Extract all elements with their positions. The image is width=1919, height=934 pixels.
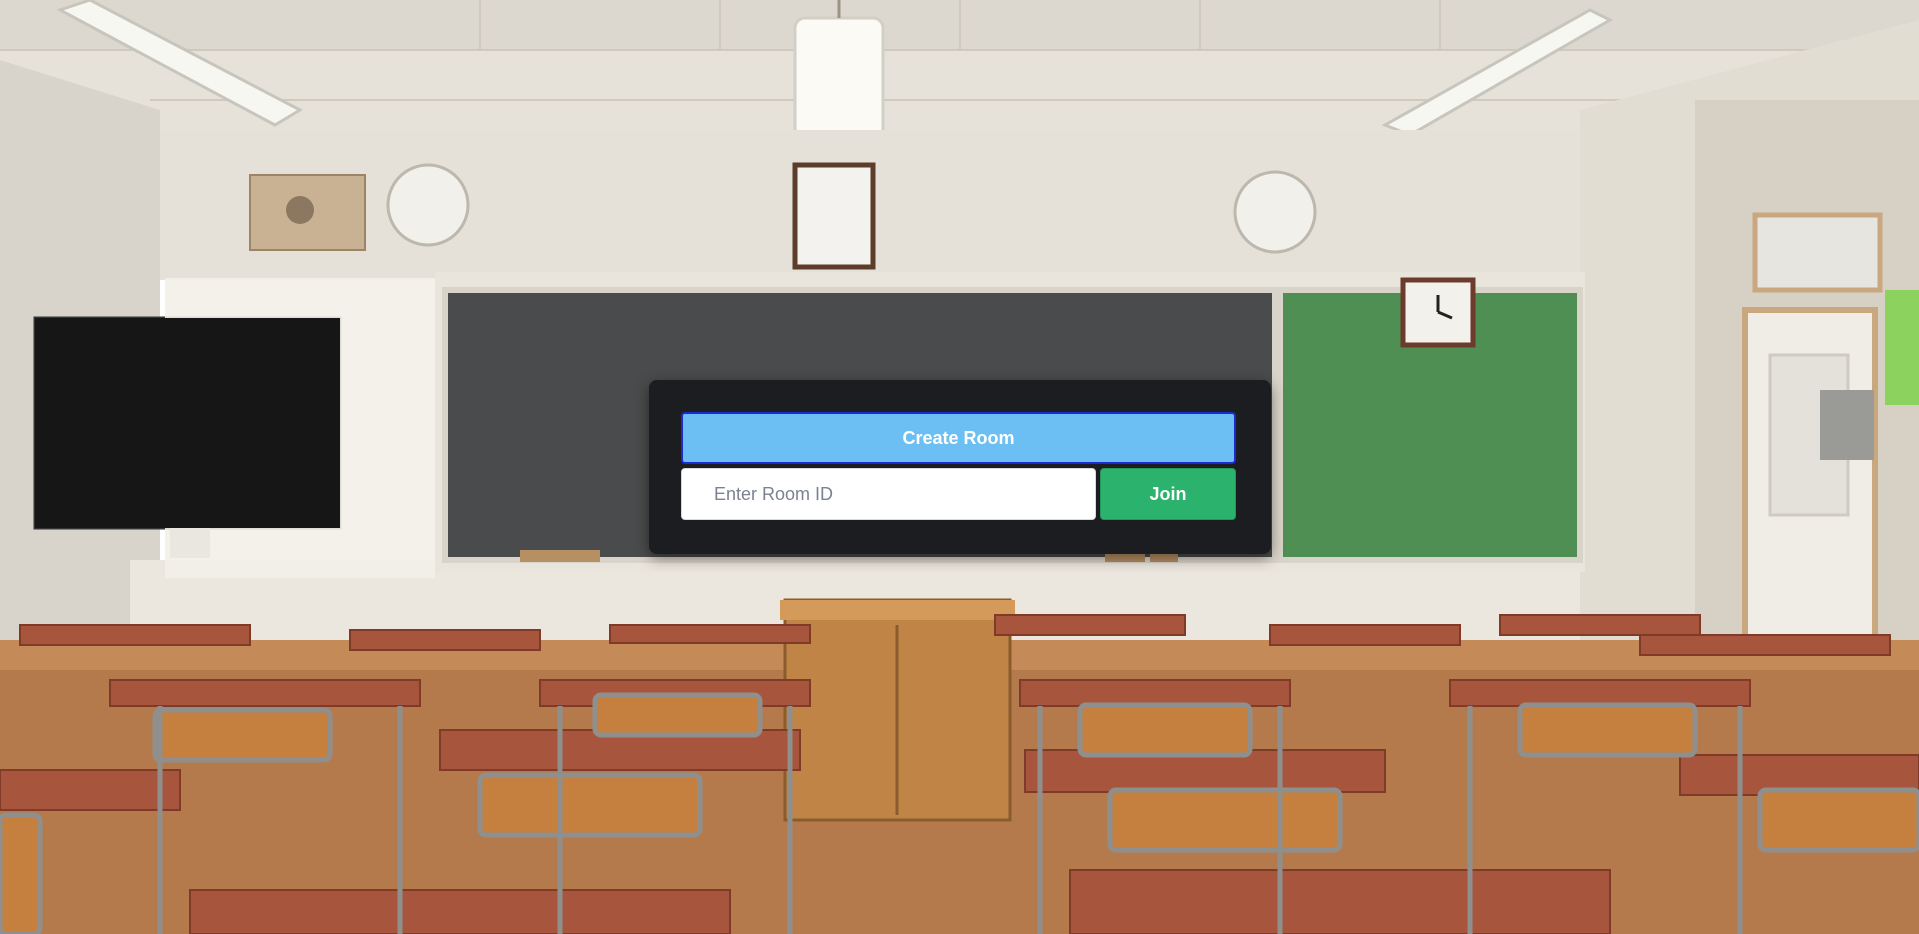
room-id-input[interactable] [681, 468, 1096, 520]
room-lobby-page: Create Room Join [0, 0, 1919, 934]
room-panel: Create Room Join [649, 380, 1271, 554]
join-button[interactable]: Join [1100, 468, 1236, 520]
create-room-button[interactable]: Create Room [681, 412, 1236, 464]
